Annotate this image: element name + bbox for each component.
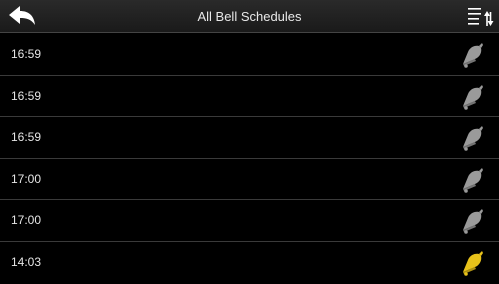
schedule-row[interactable]: 16:59 <box>0 34 499 76</box>
sort-button[interactable] <box>465 5 495 29</box>
bell-icon <box>457 208 485 235</box>
schedule-time: 14:03 <box>11 254 42 269</box>
schedule-row[interactable]: 17:00 <box>0 159 499 201</box>
schedule-time: 16:59 <box>11 130 42 145</box>
bell-icon <box>457 250 485 276</box>
schedule-row[interactable]: 14:03 <box>0 242 499 284</box>
schedule-time: 16:59 <box>11 47 42 61</box>
schedule-row[interactable]: 16:59 <box>0 76 499 118</box>
bell-icon <box>457 84 485 110</box>
schedule-time: 17:00 <box>11 171 42 186</box>
sort-list-icon <box>468 8 494 26</box>
bell-icon <box>457 125 485 151</box>
bell-icon <box>457 42 485 68</box>
bell-schedule-list: 16:59 16:59 16:59 17:00 17:00 14:03 <box>0 34 499 284</box>
bell-icon <box>457 167 485 193</box>
header-bar: All Bell Schedules <box>0 0 499 33</box>
schedule-time: 16:59 <box>11 88 42 103</box>
schedule-time: 17:00 <box>11 213 42 228</box>
schedule-row[interactable]: 16:59 <box>0 117 499 159</box>
schedule-row[interactable]: 17:00 <box>0 200 499 242</box>
page-title: All Bell Schedules <box>197 9 302 24</box>
